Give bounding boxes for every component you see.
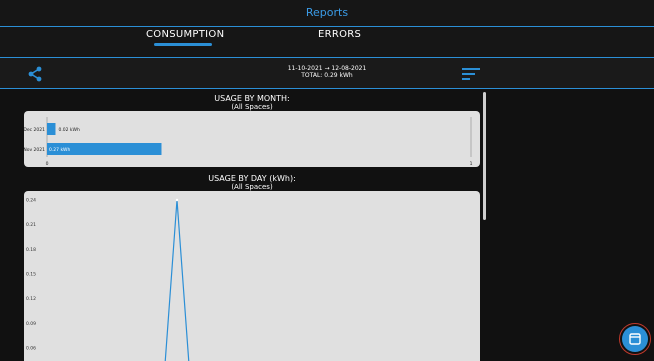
bar <box>47 123 56 135</box>
report-toolbar: 11-10-2021 → 12-08-2021 TOTAL: 0.29 kWh <box>0 58 654 88</box>
tab-errors-label: ERRORS <box>318 29 362 40</box>
x-tick-label: 1 <box>470 161 473 167</box>
scrollbar[interactable] <box>483 92 486 220</box>
date-range: 11-10-2021 → 12-08-2021 <box>287 65 367 72</box>
y-tick-label: 0.06 <box>26 346 36 352</box>
x-tick-label: 0 <box>46 161 49 167</box>
calendar-button[interactable] <box>619 323 651 355</box>
monthly-title: USAGE BY MONTH: <box>214 94 290 103</box>
calendar-icon <box>629 333 641 345</box>
series-line <box>164 199 190 361</box>
category-label: Dec 2021 <box>24 127 45 133</box>
y-tick-label: 0.09 <box>26 321 36 327</box>
tab-consumption[interactable]: CONSUMPTION <box>146 29 225 46</box>
monthly-chart-title: USAGE BY MONTH: (All Spaces) <box>24 94 480 112</box>
tab-consumption-label: CONSUMPTION <box>146 29 225 40</box>
sort-icon[interactable] <box>462 68 480 80</box>
monthly-bar-chart: Dec 2021 0.02 kWh Nov 2021 0.27 kWh 0 1 <box>24 117 473 167</box>
daily-title: USAGE BY DAY (kWh): <box>208 174 296 183</box>
app-title: Reports <box>305 6 349 19</box>
date-range-summary: 11-10-2021 → 12-08-2021 TOTAL: 0.29 kWh <box>0 65 654 79</box>
active-tab-indicator <box>154 43 212 46</box>
daily-line-chart: 0.24 0.21 0.18 0.15 0.12 0.09 0.06 <box>26 198 190 361</box>
y-tick-label: 0.24 <box>26 198 36 204</box>
monthly-chart-card: Dec 2021 0.02 kWh Nov 2021 0.27 kWh 0 1 <box>24 111 480 167</box>
y-tick-label: 0.18 <box>26 247 36 253</box>
daily-chart-card: 0.24 0.21 0.18 0.15 0.12 0.09 0.06 <box>24 191 480 361</box>
y-tick-label: 0.12 <box>26 296 36 302</box>
data-point <box>175 198 179 202</box>
daily-chart-title: USAGE BY DAY (kWh): (All Spaces) <box>24 174 480 192</box>
y-tick-label: 0.15 <box>26 272 36 278</box>
y-tick-label: 0.21 <box>26 222 36 228</box>
bar-data-label: 0.02 kWh <box>58 127 80 133</box>
category-label: Nov 2021 <box>24 147 45 153</box>
tab-errors[interactable]: ERRORS <box>318 29 361 40</box>
total-consumption: TOTAL: 0.29 kWh <box>301 72 353 79</box>
divider <box>0 88 654 89</box>
bar-data-label: 0.27 kWh <box>49 147 71 153</box>
title-bar: Reports <box>0 0 654 27</box>
tab-bar: CONSUMPTION ERRORS <box>0 27 654 57</box>
